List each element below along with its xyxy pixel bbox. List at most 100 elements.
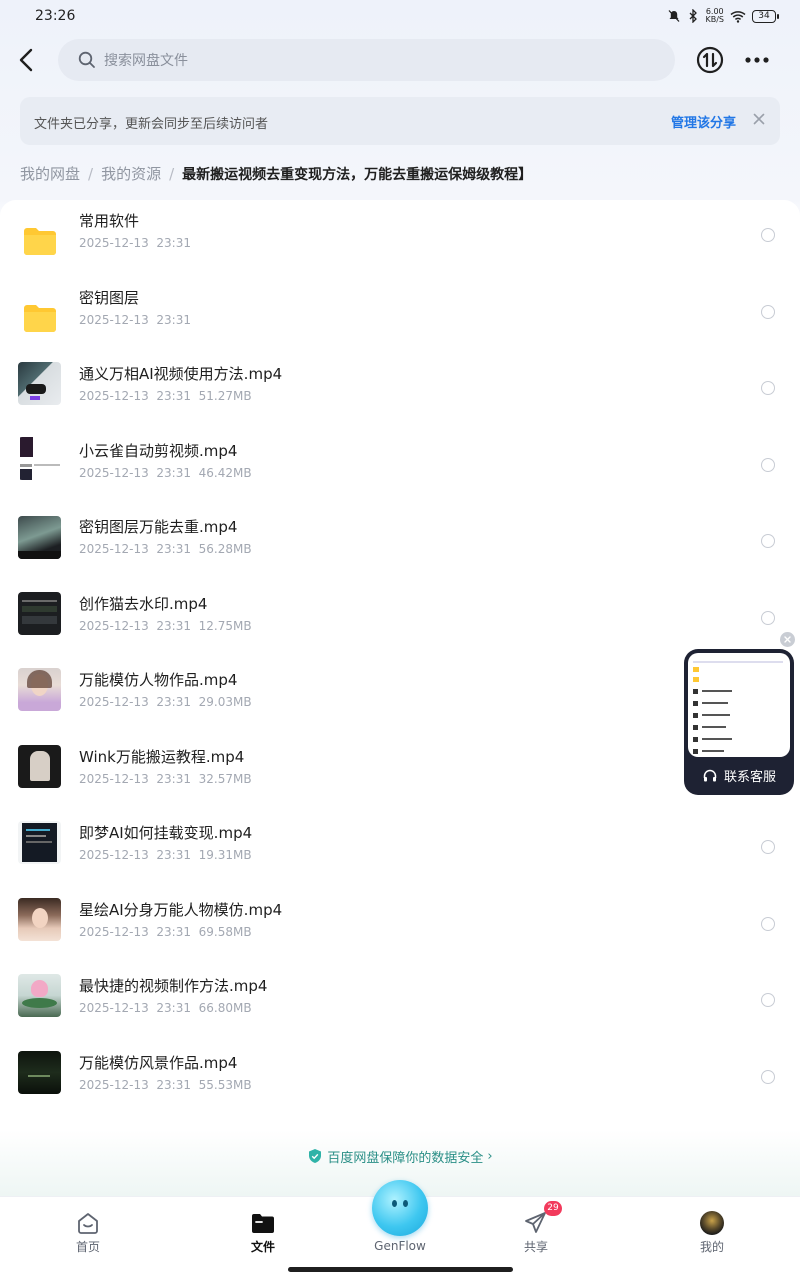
file-name: 密钥图层 [79,289,140,307]
select-radio[interactable] [761,534,775,548]
nav-genflow[interactable]: GenFlow [360,1239,440,1253]
close-icon [784,636,791,643]
file-name: Wink万能搬运教程.mp4 [79,748,245,766]
select-radio[interactable] [761,381,775,395]
breadcrumb-item-my-disk[interactable]: 我的网盘 [20,163,80,184]
breadcrumb-item-my-resources[interactable]: 我的资源 [101,163,161,184]
video-thumbnail [18,437,61,480]
chevron-left-icon [19,48,33,72]
file-time: 23:31 [156,772,191,786]
file-time: 23:31 [156,925,191,939]
more-dots-icon [745,57,769,63]
file-meta: 2025-12-13 23:31 12.75MB [79,619,252,633]
select-radio[interactable] [761,305,775,319]
status-time: 23:26 [35,8,76,24]
search-placeholder: 搜索网盘文件 [104,53,188,69]
service-close-button[interactable] [780,632,795,647]
close-icon [753,113,765,125]
share-notice-text: 文件夹已分享，更新会同步至后续访问者 [34,117,269,132]
nav-files[interactable]: 文件 [223,1209,303,1255]
bluetooth-icon [690,9,698,23]
file-row[interactable]: 万能模仿人物作品.mp4 2025-12-13 23:31 29.03MB [0,668,800,755]
file-name: 星绘AI分身万能人物模仿.mp4 [79,901,283,919]
video-thumbnail [18,821,61,864]
notice-close-button[interactable] [750,110,768,128]
file-row[interactable]: 密钥图层万能去重.mp4 2025-12-13 23:31 56.28MB [0,516,800,602]
file-row[interactable]: 通义万相AI视频使用方法.mp4 2025-12-13 23:31 51.27M… [0,362,800,449]
select-radio[interactable] [761,458,775,472]
folder-icon [252,1214,274,1233]
nav-share[interactable]: 共享 [496,1209,576,1255]
file-time: 23:31 [156,466,191,480]
nav-me-label: 我的 [699,1240,724,1254]
file-time: 23:31 [156,313,191,327]
file-row[interactable]: Wink万能搬运教程.mp4 2025-12-13 23:31 32.57MB [0,745,800,832]
search-input[interactable]: 搜索网盘文件 [58,39,675,81]
nav-share-label: 共享 [523,1240,548,1254]
nav-genflow-label: GenFlow [374,1239,426,1253]
manage-share-link[interactable]: 管理该分享 [671,112,736,131]
file-name: 万能模仿风景作品.mp4 [79,1054,238,1072]
file-row[interactable]: 星绘AI分身万能人物模仿.mp4 2025-12-13 23:31 69.58M… [0,898,800,985]
home-indicator[interactable] [288,1267,513,1272]
file-row[interactable]: 常用软件 2025-12-13 23:31 [0,212,800,296]
transfer-list-button[interactable] [696,46,724,74]
home-icon [78,1213,98,1234]
file-date: 2025-12-13 [79,695,149,709]
share-badge: 29 [544,1201,562,1216]
file-row[interactable]: 最快捷的视频制作方法.mp4 2025-12-13 23:31 66.80MB [0,974,800,1061]
video-thumbnail [18,592,61,635]
breadcrumb: 我的网盘 / 我的资源 / 最新搬运视频去重变现方法，万能去重搬运保姆级教程】 [20,163,532,184]
file-date: 2025-12-13 [79,1001,149,1015]
file-time: 23:31 [156,1078,191,1092]
file-row[interactable]: 密钥图层 2025-12-13 23:31 [0,289,800,373]
breadcrumb-separator: / [169,164,175,183]
file-meta: 2025-12-13 23:31 [79,236,191,250]
nav-home[interactable]: 首页 [48,1209,128,1255]
file-size: 56.28MB [198,542,252,556]
file-size: 19.31MB [198,848,252,862]
file-meta: 2025-12-13 23:31 55.53MB [79,1078,252,1092]
file-name: 小云雀自动剪视频.mp4 [79,442,238,460]
file-size: 29.03MB [198,695,252,709]
file-name: 即梦AI如何挂载变现.mp4 [79,824,253,842]
file-size: 66.80MB [198,1001,252,1015]
select-radio[interactable] [761,840,775,854]
video-thumbnail [18,974,61,1017]
file-meta: 2025-12-13 23:31 32.57MB [79,772,252,786]
file-meta: 2025-12-13 23:31 29.03MB [79,695,252,709]
breadcrumb-separator: / [88,164,94,183]
more-button[interactable] [742,50,772,70]
back-button[interactable] [14,46,42,74]
select-radio[interactable] [761,917,775,931]
folder-icon [24,228,56,255]
file-size: 51.27MB [198,389,252,403]
file-time: 23:31 [156,1001,191,1015]
select-radio[interactable] [761,993,775,1007]
file-name: 通义万相AI视频使用方法.mp4 [79,365,283,383]
file-name: 最快捷的视频制作方法.mp4 [79,977,268,995]
headset-icon [703,769,717,781]
avatar [700,1211,724,1235]
file-name: 常用软件 [79,212,140,230]
select-radio[interactable] [761,228,775,242]
select-radio[interactable] [761,611,775,625]
file-size: 69.58MB [198,925,252,939]
file-name: 密钥图层万能去重.mp4 [79,518,238,536]
nav-me[interactable]: 我的 [672,1209,752,1255]
file-meta: 2025-12-13 23:31 51.27MB [79,389,252,403]
file-row[interactable]: 万能模仿风景作品.mp4 2025-12-13 23:31 55.53MB [0,1051,800,1138]
file-date: 2025-12-13 [79,619,149,633]
file-time: 23:31 [156,848,191,862]
file-size: 32.57MB [198,772,252,786]
file-row[interactable]: 即梦AI如何挂载变现.mp4 2025-12-13 23:31 19.31MB [0,821,800,908]
video-thumbnail [18,898,61,941]
select-radio[interactable] [761,1070,775,1084]
network-speed: 6.00 KB/S [705,8,724,24]
search-icon [78,51,95,68]
video-thumbnail [18,668,61,711]
file-row[interactable]: 小云雀自动剪视频.mp4 2025-12-13 23:31 46.42MB [0,437,800,526]
file-row[interactable]: 创作猫去水印.mp4 2025-12-13 23:31 12.75MB [0,592,800,679]
customer-service-card[interactable]: 联系客服 [684,649,794,795]
genflow-icon[interactable] [372,1180,428,1236]
